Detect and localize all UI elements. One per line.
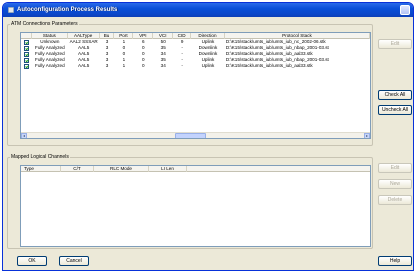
header-type[interactable]: Type — [21, 166, 61, 172]
header-ct[interactable]: C/T — [61, 166, 94, 172]
row-checkbox[interactable] — [23, 63, 29, 69]
row-checkbox[interactable] — [23, 51, 29, 57]
scroll-right-icon[interactable]: ▸ — [364, 132, 370, 138]
atm-connections-list[interactable]: Status AALType Bu Port VPI VCI CID Direc… — [20, 32, 371, 139]
atm-edit-button[interactable]: Edit — [378, 39, 412, 49]
help-button[interactable]: Help — [378, 256, 412, 266]
row-checkbox[interactable] — [23, 39, 29, 45]
uncheck-all-button[interactable]: Uncheck All — [378, 105, 412, 115]
dialog-window: Autoconfiguration Process Results ATM Co… — [2, 2, 414, 271]
scroll-thumb[interactable] — [175, 132, 206, 138]
row-checkbox[interactable] — [23, 57, 29, 63]
mapped-new-button[interactable]: New — [378, 179, 412, 189]
mapped-delete-button[interactable]: Delete — [378, 195, 412, 205]
header-rlc-mode[interactable]: RLC Mode — [94, 166, 149, 172]
table-row[interactable]: Fully Analyzed AAL5 3 1 0 34 - Uplink D:… — [21, 63, 370, 69]
scroll-track[interactable] — [27, 132, 364, 138]
cancel-button[interactable]: Cancel — [59, 256, 89, 266]
close-icon[interactable] — [400, 5, 410, 15]
header-li-len[interactable]: LI Len — [149, 166, 187, 172]
window-title: Autoconfiguration Process Results — [17, 7, 118, 13]
mapped-group-label: Mapped Logical Channels — [10, 154, 70, 160]
ok-button[interactable]: OK — [17, 256, 47, 266]
check-all-button[interactable]: Check All — [378, 90, 412, 100]
title-bar[interactable]: Autoconfiguration Process Results — [3, 3, 413, 17]
mapped-channels-list[interactable]: Type C/T RLC Mode LI Len — [20, 165, 371, 247]
atm-group-label: ATM Connections Parameters — [10, 21, 79, 27]
mapped-edit-button[interactable]: Edit — [378, 163, 412, 173]
app-icon — [8, 7, 14, 13]
row-checkbox[interactable] — [23, 45, 29, 51]
mapped-list-header: Type C/T RLC Mode LI Len — [21, 166, 370, 172]
horizontal-scrollbar[interactable]: ◂ ▸ — [21, 132, 370, 138]
